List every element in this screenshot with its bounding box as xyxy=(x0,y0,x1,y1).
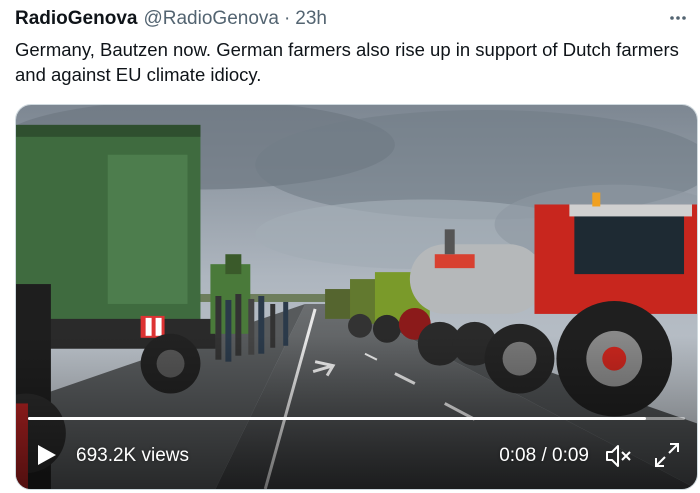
view-count: 693.2K views xyxy=(76,445,190,466)
more-options-button[interactable] xyxy=(666,6,690,30)
video-progress-fill xyxy=(28,417,646,420)
fullscreen-button[interactable] xyxy=(653,441,681,469)
tweet-header: RadioGenova @RadioGenova · 23h xyxy=(15,8,652,30)
tweet-text: Germany, Bautzen now. German farmers als… xyxy=(15,39,679,85)
video-player[interactable]: 693.2K views 0:08 / 0:09 xyxy=(15,104,698,490)
play-button[interactable] xyxy=(34,443,58,467)
timestamp[interactable]: 23h xyxy=(295,8,327,30)
author-display-name[interactable]: RadioGenova xyxy=(15,8,137,30)
mute-button[interactable] xyxy=(603,441,633,471)
video-controls: 693.2K views 0:08 / 0:09 xyxy=(16,421,697,489)
author-handle[interactable]: @RadioGenova xyxy=(143,8,278,30)
video-time: 0:08 / 0:09 xyxy=(499,445,589,466)
separator-dot: · xyxy=(283,8,291,29)
more-horizontal-icon xyxy=(670,16,686,20)
play-icon xyxy=(38,445,56,465)
muted-speaker-icon xyxy=(606,445,631,467)
fullscreen-expand-icon xyxy=(655,443,679,467)
video-progress-bar[interactable] xyxy=(28,417,685,420)
